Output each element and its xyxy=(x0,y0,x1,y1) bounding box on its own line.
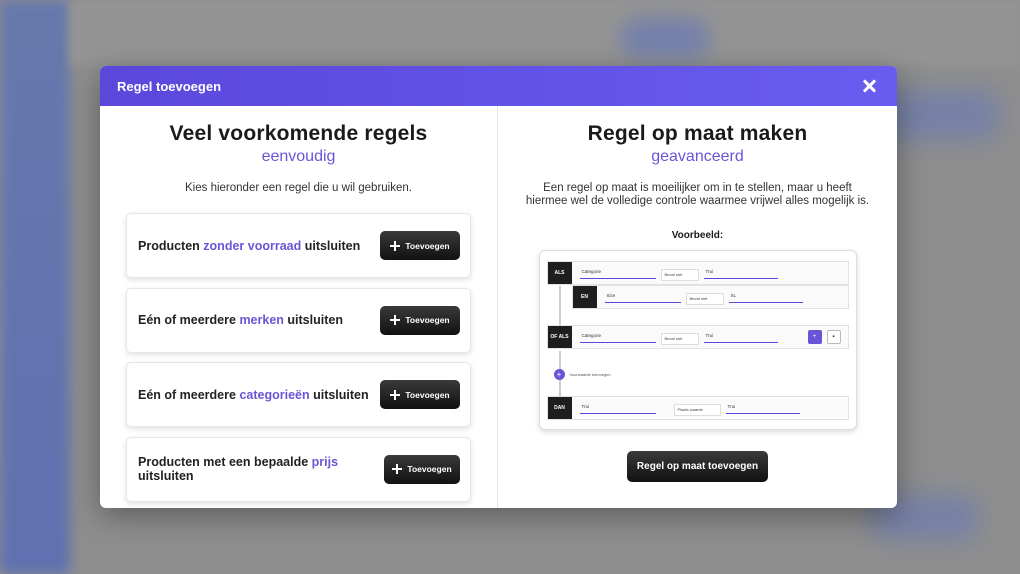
modal-body: Veel voorkomende regels eenvoudig Kies h… xyxy=(100,106,897,508)
plus-icon xyxy=(390,315,401,325)
close-icon[interactable] xyxy=(859,76,879,96)
add-custom-rule-button[interactable]: Regel op maat toevoegen xyxy=(627,451,768,482)
trash-icon: ▪ xyxy=(826,330,841,344)
connector-line xyxy=(558,286,561,326)
example-label: Voorbeeld: xyxy=(671,230,724,241)
rule-text: Eén of meerdere categorieën uitsluiten xyxy=(138,387,369,402)
common-rules-description: Kies hieronder een regel die u wil gebru… xyxy=(185,182,412,194)
operator-select: Bevat niet xyxy=(660,333,699,345)
operator-select: Bevat niet xyxy=(685,293,724,305)
rule-text: Eén of meerdere merken uitsluiten xyxy=(138,313,343,327)
condition-tag: ALS xyxy=(547,262,572,284)
rule-card-categories: Eén of meerdere categorieën uitsluiten T… xyxy=(126,362,471,427)
condition-tag: DAN xyxy=(547,397,572,419)
plus-icon xyxy=(390,240,401,251)
example-row-then: DAN Trui Plaats waarde Trui xyxy=(546,396,849,420)
rule-card-out-of-stock: Producten zonder voorraad uitsluiten Toe… xyxy=(126,213,471,278)
value-field: Trui xyxy=(725,402,800,414)
add-condition-dot-icon: + xyxy=(553,369,565,380)
value-field: XL xyxy=(728,291,803,303)
example-row-if: ALS Categorie Bevat niet Trui xyxy=(546,261,849,285)
add-rule-button[interactable]: Toevoegen xyxy=(384,454,460,484)
operator-select: Bevat niet xyxy=(660,269,699,281)
add-rule-button[interactable]: Toevoegen xyxy=(380,231,460,260)
add-condition-icon: + xyxy=(807,330,822,344)
value-field: Trui xyxy=(703,267,778,279)
condition-tag: EN xyxy=(572,286,597,308)
value-field: Trui xyxy=(703,331,778,343)
rule-card-brands: Eén of meerdere merken uitsluiten Toevoe… xyxy=(126,287,471,353)
field-select: Size xyxy=(604,291,681,303)
add-rule-button[interactable]: Toevoegen xyxy=(380,305,460,335)
common-rules-heading: Veel voorkomende regels xyxy=(169,122,428,145)
example-row-or-if: OF ALS Categorie Bevat niet Trui + ▪ xyxy=(546,325,849,349)
rule-card-price: Producten met een bepaalde prijs uitslui… xyxy=(126,436,471,502)
plus-icon xyxy=(392,464,403,474)
example-preview: ALS Categorie Bevat niet Trui EN Size Be… xyxy=(538,250,857,430)
operator-select: Plaats waarde xyxy=(673,404,721,416)
field-select: Categorie xyxy=(579,331,656,343)
rule-text: Producten met een bepaalde prijs uitslui… xyxy=(138,455,339,483)
rule-text: Producten zonder voorraad uitsluiten xyxy=(138,238,361,253)
modal-header: Regel toevoegen xyxy=(100,66,897,106)
custom-rule-subheading: geavanceerd xyxy=(651,148,744,165)
common-rules-panel: Veel voorkomende regels eenvoudig Kies h… xyxy=(100,106,498,508)
add-rule-modal: Regel toevoegen Veel voorkomende regels … xyxy=(100,66,897,508)
example-row-and: EN Size Bevat niet XL xyxy=(571,285,849,309)
custom-rule-panel: Regel op maat maken geavanceerd Een rege… xyxy=(498,106,897,508)
plus-icon xyxy=(390,389,401,400)
custom-rule-heading: Regel op maat maken xyxy=(587,122,808,145)
add-condition-label: Voorwaarde toevoegen xyxy=(569,372,611,377)
modal-title: Regel toevoegen xyxy=(117,78,222,94)
condition-tag: OF ALS xyxy=(547,326,572,348)
add-rule-button[interactable]: Toevoegen xyxy=(380,380,460,409)
common-rules-subheading: eenvoudig xyxy=(261,148,336,165)
rule-list: Producten zonder voorraad uitsluiten Toe… xyxy=(100,213,497,502)
custom-rule-description: Een regel op maat is moeilijker om in te… xyxy=(525,182,870,207)
field-select: Trui xyxy=(579,402,656,414)
field-select: Categorie xyxy=(579,267,656,279)
